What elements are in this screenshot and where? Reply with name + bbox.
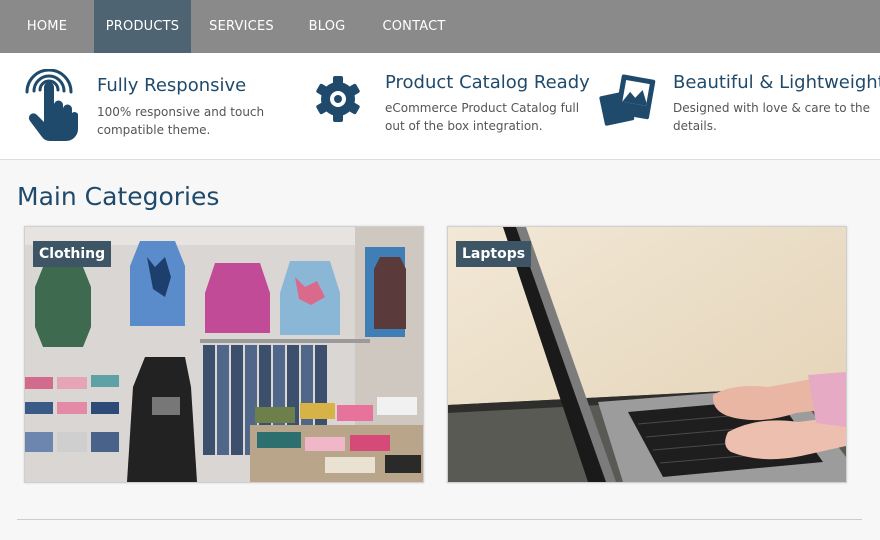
category-card-clothing[interactable]: Clothing [24,226,424,483]
category-label[interactable]: Laptops [456,241,532,267]
feature-title: Product Catalog Ready [385,72,590,93]
feature-catalog: Product Catalog Ready eCommerce Product … [300,53,590,159]
feature-title: Fully Responsive [97,75,247,96]
nav-products-link[interactable]: PRODUCTS [94,0,191,53]
feature-responsive: Fully Responsive 100% responsive and tou… [0,53,290,159]
category-label[interactable]: Clothing [33,241,112,267]
section-divider [17,519,862,520]
feature-description: Designed with love & care to the details… [673,101,871,133]
nav-contact-link[interactable]: CONTACT [362,0,466,53]
feature-lightweight: Beautiful & Lightweight Designed with lo… [590,53,880,159]
feature-title: Beautiful & Lightweight [673,72,880,93]
section-title: Main Categories [17,182,220,211]
nav-services-link[interactable]: SERVICES [191,0,292,53]
nav-home-link[interactable]: HOME [0,0,94,53]
touch-hand-icon [22,68,79,145]
gear-icon [314,75,362,127]
category-card-laptops[interactable]: Laptops [447,226,847,483]
feature-description: 100% responsive and touch compatible the… [97,105,265,137]
features-strip: Fully Responsive 100% responsive and tou… [0,53,880,160]
top-navigation: HOME PRODUCTS SERVICES BLOG CONTACT [0,0,880,53]
feature-description: eCommerce Product Catalog full out of th… [385,101,580,133]
nav-blog-link[interactable]: BLOG [292,0,362,53]
photos-icon [598,73,656,133]
